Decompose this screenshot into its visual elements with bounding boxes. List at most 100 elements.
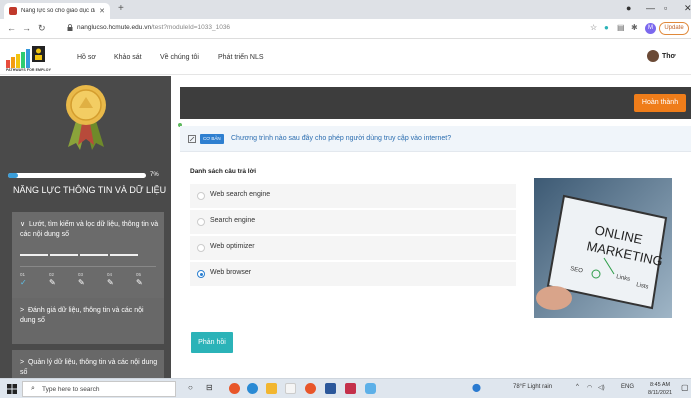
notepad-icon[interactable]: [285, 383, 296, 394]
network-app-icon[interactable]: ⬤: [472, 383, 481, 392]
site-favicon-icon: [9, 7, 17, 15]
overall-progress-bar: [8, 173, 146, 178]
divider: [20, 266, 156, 267]
quiz-panel: Hoàn thành CƠ BẢN Chương trình nào sau đ…: [171, 76, 691, 378]
finish-button[interactable]: Hoàn thành: [634, 94, 686, 112]
level-badge: CƠ BẢN: [200, 134, 224, 144]
extensions-menu-icon[interactable]: ▤: [617, 23, 625, 32]
user-name[interactable]: Thơ: [662, 53, 676, 60]
maximize-icon[interactable]: ▫: [664, 3, 667, 13]
word-icon[interactable]: [325, 383, 336, 394]
notification-icon[interactable]: ▢: [681, 383, 689, 392]
competency-title: > Đánh giá dữ liệu, thông tin và các nội…: [20, 307, 144, 324]
search-icon: ⌕: [31, 385, 35, 392]
lock-icon: [67, 24, 73, 31]
radio-button[interactable]: [197, 244, 205, 252]
radio-button[interactable]: [197, 192, 205, 200]
new-tab-icon[interactable]: +: [118, 3, 124, 14]
nav-phat-trien-nls[interactable]: Phát triển NLS: [218, 54, 264, 61]
site-header: PATHWAYS FOR EMPLOY Hồ sơ Khảo sát Về ch…: [0, 40, 691, 75]
browser-tab-strip: Năng lực số cho giáo dục đại học ✕ + ● —…: [0, 0, 691, 19]
chevron-right-icon: >: [20, 359, 25, 366]
windows-start-icon[interactable]: [7, 384, 17, 394]
radio-button-selected[interactable]: [197, 270, 205, 278]
competency-area-title: NĂNG LỰC THÔNG TIN VÀ DỮ LIỆU: [13, 185, 167, 195]
progress-fill: [8, 173, 18, 178]
extension-icon[interactable]: ●: [604, 23, 609, 32]
answer-text: Search engine: [210, 217, 256, 224]
task-view-icon[interactable]: ⊟: [206, 383, 213, 392]
wifi-icon[interactable]: ◠: [587, 384, 592, 391]
search-placeholder: Type here to search: [42, 386, 100, 393]
subitem-01[interactable]: 01 ✓: [20, 272, 49, 287]
answers-heading: Danh sách câu trả lời: [190, 168, 257, 175]
pencil-icon: ✎: [49, 278, 56, 287]
competency-item-evaluating[interactable]: > Đánh giá dữ liệu, thông tin và các nội…: [12, 298, 164, 344]
profile-avatar[interactable]: M: [645, 23, 656, 34]
answer-option[interactable]: Web optimizer: [190, 236, 516, 260]
edit-icon: [188, 135, 196, 143]
competency-subitems: 01 ✓ 02 ✎ 03 ✎ 04 ✎ 05 ✎: [20, 272, 165, 287]
progress-percent: 7%: [150, 172, 159, 178]
url-field[interactable]: nanglucso.hcmute.edu.vn/test?moduleId=10…: [77, 24, 230, 31]
radio-button[interactable]: [197, 218, 205, 226]
subitem-04[interactable]: 04 ✎: [107, 272, 136, 287]
answer-text: Web search engine: [210, 191, 271, 198]
weather-text[interactable]: 78°F Light rain: [513, 384, 552, 390]
answer-text: Web optimizer: [210, 243, 255, 250]
back-icon[interactable]: ←: [7, 23, 16, 33]
pencil-icon: ✎: [136, 278, 143, 287]
competency-title: > Quản lý dữ liệu, thông tin và các nội …: [20, 359, 158, 376]
windows-taskbar: ⌕ Type here to search ○ ⊟ ⬤ 78°F Light r…: [0, 378, 691, 398]
language-indicator[interactable]: ENG: [621, 384, 634, 390]
answer-option[interactable]: Web search engine: [190, 184, 516, 208]
user-avatar[interactable]: [647, 50, 659, 62]
edge-icon[interactable]: [247, 383, 258, 394]
check-icon: ✓: [20, 278, 27, 287]
competency-sidebar: 7% NĂNG LỰC THÔNG TIN VÀ DỮ LIỆU ∨ Lướt,…: [0, 76, 171, 378]
chevron-down-icon: ∨: [20, 221, 26, 228]
tray-chevron-icon[interactable]: ^: [576, 384, 579, 390]
question-text: Chương trình nào sau đây cho phép người …: [231, 135, 452, 142]
subitem-05[interactable]: 05 ✎: [136, 272, 165, 287]
bookmark-star-icon[interactable]: ☆: [590, 23, 597, 32]
pencil-icon: ✎: [78, 278, 85, 287]
answer-option-selected[interactable]: Web browser: [190, 262, 516, 286]
nav-khao-sat[interactable]: Khảo sát: [114, 54, 142, 61]
subitem-03[interactable]: 03 ✎: [78, 272, 107, 287]
volume-icon[interactable]: ◁): [598, 384, 605, 391]
puzzle-icon[interactable]: ✱: [631, 23, 638, 32]
nav-ve-chung-toi[interactable]: Về chúng tôi: [160, 54, 199, 61]
online-marketing-illustration: ONLINE MARKETING SEO Links Lists: [534, 178, 672, 318]
reload-icon[interactable]: ↻: [38, 23, 46, 34]
cortana-icon[interactable]: ○: [188, 383, 193, 392]
feedback-button[interactable]: Phản hồi: [191, 332, 233, 353]
close-tab-icon[interactable]: ✕: [99, 7, 105, 15]
chrome-profile-icon[interactable]: [305, 383, 316, 394]
taskbar-clock[interactable]: 8:45 AM 8/11/2021: [648, 381, 672, 397]
question-bar: CƠ BẢN Chương trình nào sau đây cho phép…: [180, 126, 691, 152]
tab-title: Năng lực số cho giáo dục đại học: [21, 8, 95, 14]
file-explorer-icon[interactable]: [266, 383, 277, 394]
profile-circle-icon[interactable]: ●: [626, 3, 631, 13]
close-window-icon[interactable]: ✕: [684, 3, 691, 14]
quiz-toolbar: Hoàn thành: [180, 87, 691, 119]
competency-item-managing[interactable]: > Quản lý dữ liệu, thông tin và các nội …: [12, 350, 164, 378]
update-button[interactable]: Update: [659, 22, 689, 35]
zalo-icon[interactable]: [365, 383, 376, 394]
nav-ho-so[interactable]: Hồ sơ: [77, 54, 96, 61]
logo-tagline: PATHWAYS FOR EMPLOY: [6, 68, 52, 72]
taskbar-search[interactable]: ⌕ Type here to search: [22, 381, 176, 397]
address-bar-row: ← → ↻ nanglucso.hcmute.edu.vn/test?modul…: [0, 19, 691, 39]
chrome-icon[interactable]: [229, 383, 240, 394]
chevron-right-icon: >: [20, 307, 25, 314]
browser-tab[interactable]: Năng lực số cho giáo dục đại học ✕: [4, 3, 110, 19]
minimize-icon[interactable]: —: [646, 3, 655, 13]
forward-icon[interactable]: →: [22, 23, 31, 33]
competency-item-browsing[interactable]: ∨ Lướt, tìm kiếm và lọc dữ liệu, thông t…: [12, 212, 164, 308]
app-icon[interactable]: [345, 383, 356, 394]
medal-icon: [66, 85, 106, 150]
subitem-02[interactable]: 02 ✎: [49, 272, 78, 287]
answer-option[interactable]: Search engine: [190, 210, 516, 234]
competency-title: ∨ Lướt, tìm kiếm và lọc dữ liệu, thông t…: [20, 221, 159, 238]
